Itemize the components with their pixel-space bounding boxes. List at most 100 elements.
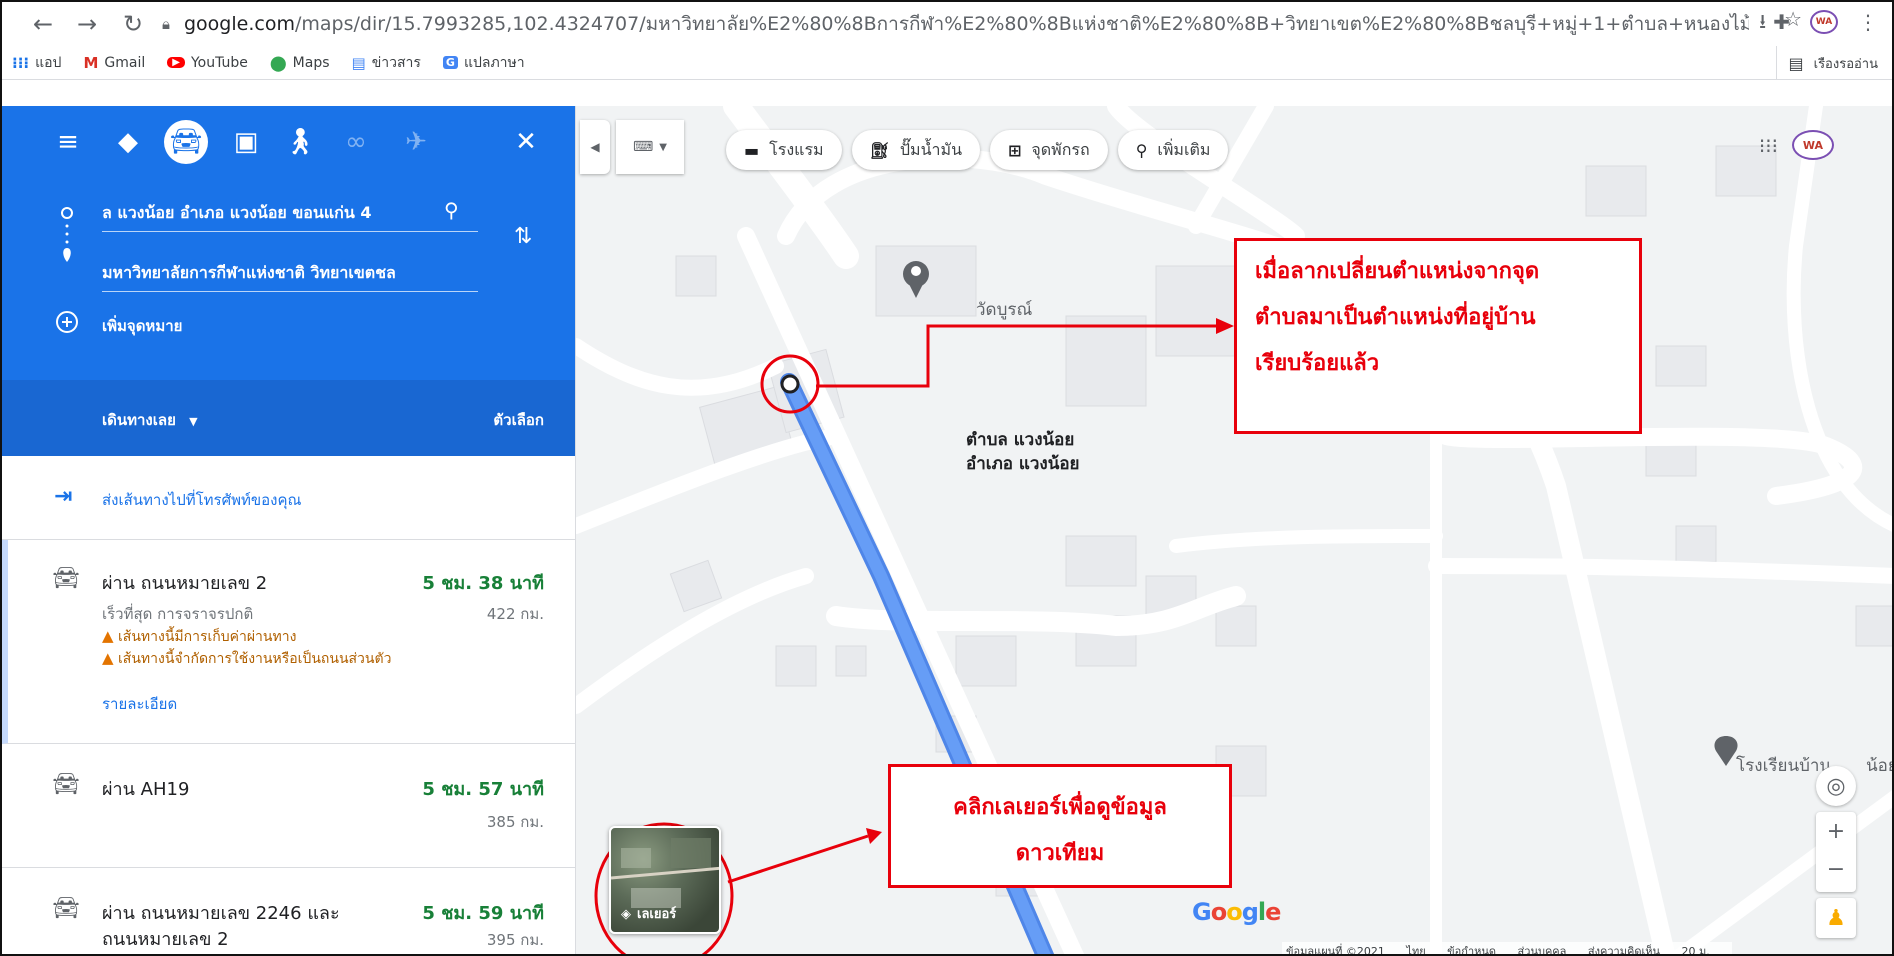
feedback-link[interactable]: ส่งความคิดเห็น [1588, 945, 1660, 954]
extensions-puzzle-icon[interactable]: ✚ [1773, 10, 1790, 34]
chip-hotels[interactable]: ▬ โรงแรม [726, 130, 842, 170]
install-app-icon[interactable]: ⭳ [1759, 7, 1766, 41]
chevron-down-icon: ▼ [189, 415, 198, 428]
annotation-callout-drag: เมื่อลากเปลี่ยนตำแหน่งจากจุด ตำบลมาเป็นต… [1234, 238, 1642, 434]
layers-stack-icon: ◈ [621, 907, 631, 922]
back-arrow-icon[interactable]: ← [24, 2, 62, 46]
directions-panel: ≡ ◆ 🚘︎ ▣ 🚶︎ ∞ ✈ ✕ ล แวงน้อย อำเภอ แวงน้อ… [2, 106, 576, 954]
flight-icon[interactable]: ✈ [394, 120, 438, 164]
route-details-link[interactable]: รายละเอียด [102, 692, 177, 716]
route-distance: 422 กม. [486, 605, 544, 623]
directions-header: ≡ ◆ 🚘︎ ▣ 🚶︎ ∞ ✈ ✕ ล แวงน้อย อำเภอ แวงน้อ… [2, 106, 575, 380]
keyboard-icon: ⌨ [633, 139, 654, 155]
terms-link[interactable]: ข้อกำหนด [1447, 945, 1496, 954]
chip-label: เพิ่มเติม [1157, 139, 1211, 159]
swap-directions-icon[interactable]: ⇅ [514, 224, 532, 249]
send-to-phone-label: ส่งเส้นทางไปที่โทรศัพท์ของคุณ [102, 491, 302, 509]
gmail-icon: M [83, 53, 99, 72]
bookmark-maps[interactable]: ⬤ Maps [270, 54, 330, 72]
my-location-button[interactable]: ◎ [1816, 766, 1856, 806]
options-button[interactable]: ตัวเลือก [493, 408, 544, 432]
chip-rest-stops[interactable]: ⊞ จุดพักรถ [990, 130, 1108, 170]
chip-label: จุดพักรถ [1031, 139, 1090, 159]
browser-menu-icon[interactable]: ⋮ [1858, 10, 1878, 34]
best-route-icon[interactable]: ◆ [106, 120, 150, 164]
route-option-1[interactable]: 🚘︎ ผ่าน ถนนหมายเลข 2 5 ชม. 38 นาที เร็วท… [2, 540, 575, 744]
input-tools-button[interactable]: ⌨ ▼ [616, 120, 684, 174]
send-to-phone-row[interactable]: ⇥ ส่งเส้นทางไปที่โทรศัพท์ของคุณ [2, 456, 575, 540]
profile-avatar[interactable]: WA [1810, 10, 1838, 34]
send-to-phone-icon: ⇥ [54, 484, 73, 509]
map-canvas[interactable]: ◀ ⌨ ▼ ▬ โรงแรม ⛽︎ ปั๊มน้ำมัน ⊞ จุดพักรถ ⚲ เพิ… [576, 106, 1892, 954]
language-link[interactable]: ไทย [1406, 945, 1425, 954]
transit-bus-icon[interactable]: ▣ [224, 120, 268, 164]
callout-line: เรียบร้อยแล้ว [1255, 351, 1380, 376]
destination-input[interactable]: มหาวิทยาลัยการกีฬาแห่งชาติ วิทยาเขตชล [102, 256, 478, 292]
map-footer: ข้อมูลแผนที่ ©2021 ไทย ข้อกำหนด ส่วนบุคค… [1282, 942, 1732, 956]
google-apps-icon[interactable]: ⁝⁝⁝ [1759, 134, 1778, 158]
poi-temple-label[interactable]: วัดบูรณ์ [976, 296, 1032, 323]
bookmarks-bar: ⁝⁝⁝ แอป M Gmail ▶ YouTube ⬤ Maps ▤ ข่าวสาร Gแ… [2, 46, 1892, 80]
zoom-controls: + − [1816, 812, 1856, 892]
account-avatar[interactable]: WA [1792, 130, 1834, 160]
forward-arrow-icon[interactable]: → [68, 2, 106, 46]
zoom-out-icon[interactable]: − [1827, 852, 1845, 892]
omnibox[interactable]: 🔒︎ google.com/maps/dir/15.7993285,102.43… [162, 7, 1802, 41]
privacy-link[interactable]: ส่วนบุคคล [1518, 945, 1567, 954]
hotel-bed-icon: ▬ [744, 140, 760, 160]
route-option-2[interactable]: 🚘︎ ผ่าน AH19 5 ชม. 57 นาที 385 กม. [2, 744, 575, 868]
warning-icon: ▲ [102, 649, 114, 667]
reading-list-label: เรืองรออ่าน [1813, 56, 1878, 72]
bookmark-apps[interactable]: ⁝⁝⁝ แอป [12, 52, 61, 74]
url-text[interactable]: google.com/maps/dir/15.7993285,102.43247… [184, 9, 1749, 39]
options-bar: เดินทางเลย ▼ ตัวเลือก [2, 380, 575, 456]
chip-gas-stations[interactable]: ⛽︎ ปั๊มน้ำมัน [851, 130, 980, 170]
place-name-label[interactable]: ตำบล แวงน้อย อำเภอ แวงน้อย [966, 428, 1080, 476]
youtube-icon: ▶ [167, 57, 185, 68]
reload-icon[interactable]: ↻ [114, 2, 152, 46]
bookmark-label: YouTube [190, 54, 248, 71]
origin-input[interactable]: ล แวงน้อย อำเภอ แวงน้อย ขอนแก่น 4 [102, 196, 478, 232]
bookmark-gmail[interactable]: M Gmail [83, 54, 145, 72]
callout-line: ดาวเทียม [1015, 841, 1105, 866]
close-icon[interactable]: ✕ [504, 120, 548, 164]
search-icon[interactable]: ⚲ [444, 198, 459, 222]
walking-icon[interactable]: 🚶︎ [278, 120, 322, 164]
route-duration: 5 ชม. 38 นาที [422, 573, 544, 594]
depart-now-dropdown[interactable]: เดินทางเลย ▼ [102, 408, 198, 432]
reading-list[interactable]: ▤ เรืองรออ่าน [1775, 46, 1878, 80]
callout-line: คลิกเลเยอร์เพื่อดูข้อมูล [953, 795, 1167, 820]
chevron-left-icon: ◀ [590, 140, 600, 154]
category-chips: ▬ โรงแรม ⛽︎ ปั๊มน้ำมัน ⊞ จุดพักรถ ⚲ เพิ่มเติ… [726, 130, 1229, 170]
route-via: ผ่าน ถนนหมายเลข 2246 และ [102, 903, 340, 924]
street-view-pegman[interactable]: ♟ [1816, 898, 1856, 938]
route-option-3[interactable]: 🚘︎ ผ่าน ถนนหมายเลข 2246 และ ถนนหมายเลข 2… [2, 868, 575, 954]
bookmark-translate[interactable]: G แปลภาษา [442, 52, 525, 74]
menu-icon[interactable]: ≡ [46, 120, 90, 164]
pegman-icon: ♟ [1826, 905, 1846, 931]
google-logo: Google [1192, 898, 1281, 926]
poi-school-label[interactable]: โรงเรียนบ้าน [1736, 752, 1831, 779]
route-subtitle: เร็วที่สุด การจราจรปกติ [102, 605, 254, 623]
bookmark-label: Gmail [104, 54, 146, 71]
map-data-credit: ข้อมูลแผนที่ ©2021 [1286, 945, 1385, 956]
apps-grid-icon: ⁝⁝⁝ [12, 53, 30, 72]
url-host: google.com [184, 13, 295, 35]
add-destination-label[interactable]: เพิ่มจุดหมาย [102, 314, 182, 338]
zoom-in-icon[interactable]: + [1827, 812, 1845, 852]
bookmark-youtube[interactable]: ▶ YouTube [167, 55, 248, 71]
collapse-panel-button[interactable]: ◀ [580, 120, 610, 174]
route-via: ผ่าน AH19 [102, 779, 190, 800]
chip-more[interactable]: ⚲ เพิ่มเติม [1117, 130, 1229, 170]
layers-label: ◈ เลเยอร์ [621, 903, 676, 924]
map-roads [576, 106, 1892, 954]
bookmark-label: แอป [35, 54, 62, 71]
news-icon: ▤ [351, 53, 366, 72]
bookmark-news[interactable]: ▤ ข่าวสาร [352, 52, 421, 74]
reading-list-icon: ▤ [1788, 53, 1804, 73]
cycling-icon[interactable]: ∞ [334, 120, 378, 164]
route-warning: ▲ เส้นทางนี้จำกัดการใช้งานหรือเป็นถนนส่ว… [102, 648, 391, 670]
layers-button[interactable]: ◈ เลเยอร์ [609, 826, 721, 934]
add-circle-icon[interactable] [55, 310, 79, 334]
driving-car-icon[interactable]: 🚘︎ [164, 120, 208, 164]
